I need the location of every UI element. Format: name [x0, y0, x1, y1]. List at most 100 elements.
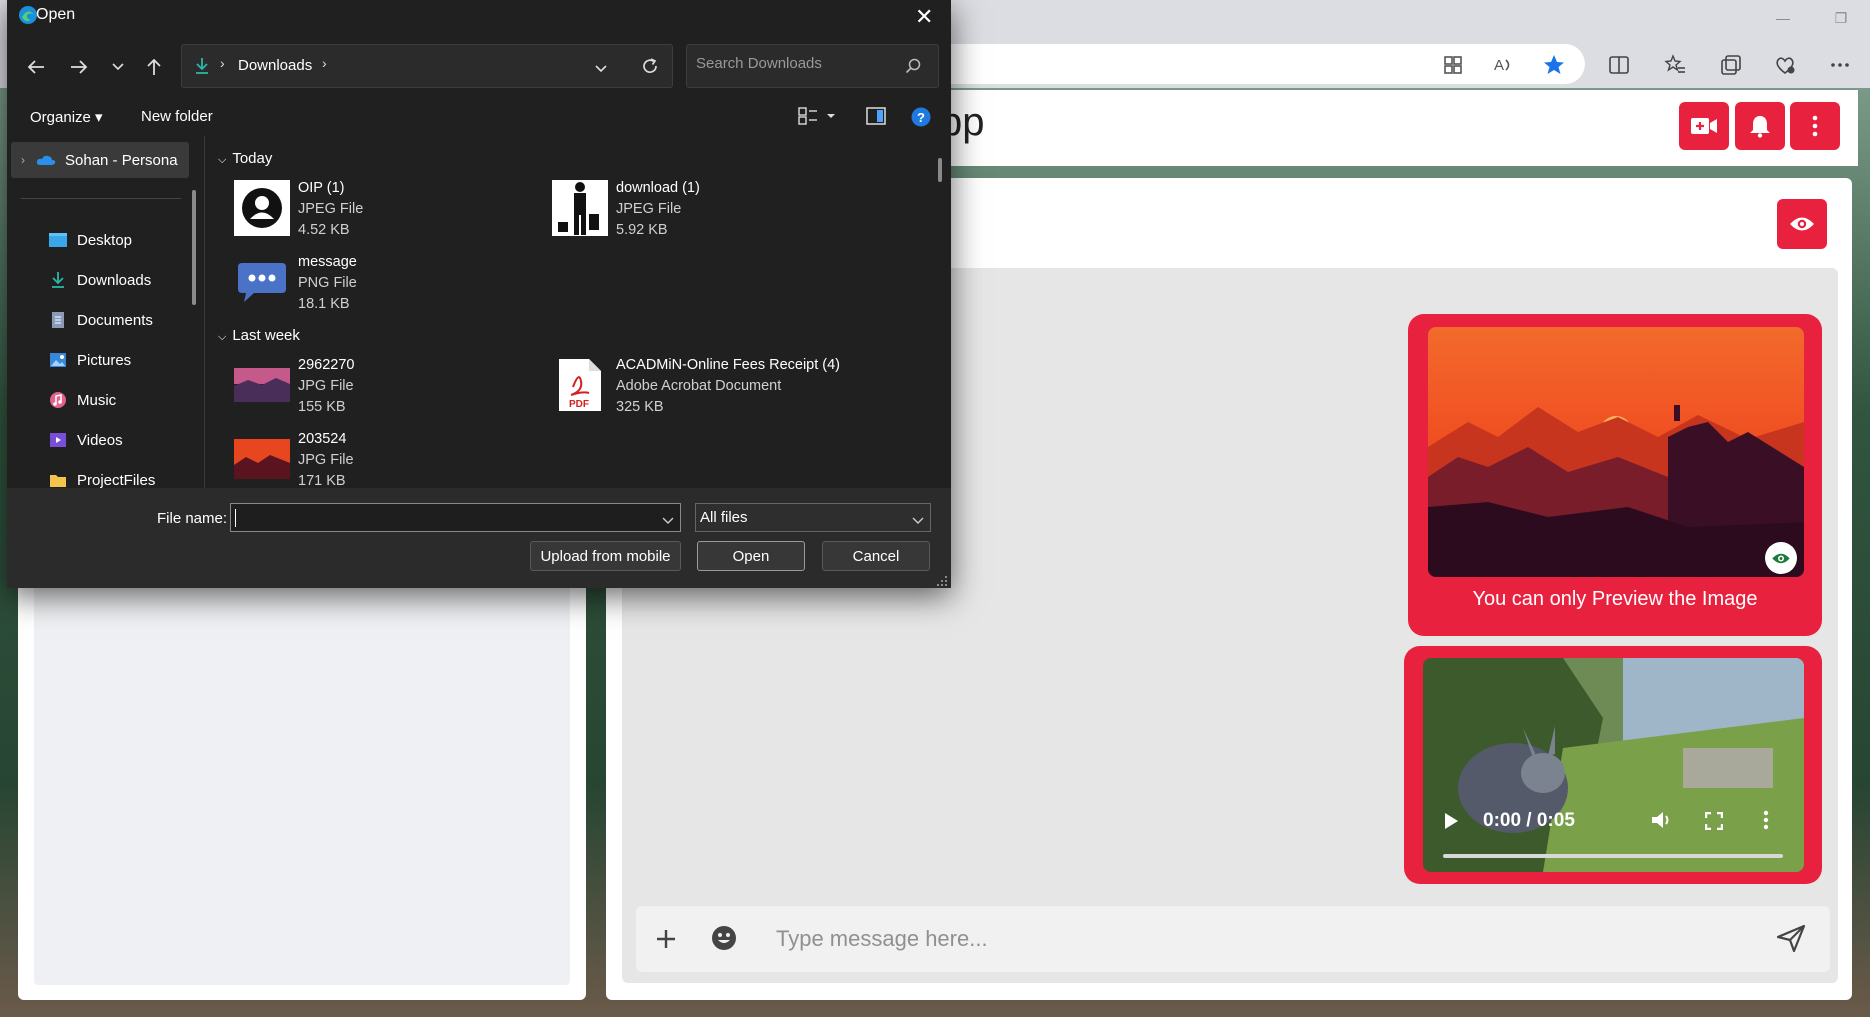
organize-menu[interactable]: Organize ▾: [30, 108, 103, 126]
split-screen-icon[interactable]: [1604, 50, 1634, 80]
file-item[interactable]: download (1) JPEG File 5.92 KB: [552, 176, 852, 246]
path-dropdown-icon[interactable]: [594, 61, 608, 79]
browser-essentials-icon[interactable]: [1770, 50, 1800, 80]
search-input[interactable]: [696, 55, 896, 72]
pictures-icon: [47, 350, 69, 370]
preview-pane-icon[interactable]: [866, 107, 886, 130]
preview-eye-button[interactable]: [1765, 542, 1797, 574]
cloud-icon: [35, 150, 57, 170]
nav-item-label: Downloads: [77, 271, 152, 289]
help-icon[interactable]: ?: [911, 107, 931, 132]
file-item[interactable]: 2962270 JPG File 155 KB: [234, 353, 534, 423]
file-list-pane: ⌵ Today OIP (1) JPEG File 4.52 KB downloa…: [210, 136, 940, 488]
landscape-thumbnail: [234, 357, 290, 413]
nav-item-label: ProjectFiles: [77, 471, 156, 489]
file-name: message: [298, 254, 357, 270]
path-bar[interactable]: › Downloads ›: [181, 44, 673, 88]
forward-arrow-icon[interactable]: [64, 54, 94, 80]
collections-icon[interactable]: [1716, 50, 1746, 80]
more-options-icon[interactable]: [1825, 50, 1855, 80]
volume-icon[interactable]: [1651, 810, 1673, 835]
nav-item-desktop[interactable]: Desktop 📌: [47, 225, 203, 255]
nav-item-documents[interactable]: Documents 📌: [47, 305, 203, 335]
nav-item-pictures[interactable]: Pictures 📌: [47, 345, 203, 375]
dialog-title: Open: [36, 6, 76, 23]
image-preview[interactable]: [1428, 327, 1804, 577]
file-item[interactable]: OIP (1) JPEG File 4.52 KB: [234, 176, 534, 246]
nav-item-projectfiles[interactable]: ProjectFiles: [47, 465, 203, 488]
image-caption: You can only Preview the Image: [1472, 588, 1758, 610]
minimize-button[interactable]: —: [1754, 0, 1812, 36]
group-header-today[interactable]: ⌵ Today: [218, 150, 272, 167]
nav-item-downloads[interactable]: Downloads 📌: [47, 265, 203, 295]
file-item[interactable]: 203524 JPG File 171 KB: [234, 427, 534, 488]
notifications-button[interactable]: [1735, 102, 1785, 150]
view-button[interactable]: [1777, 199, 1827, 249]
file-size: 171 KB: [298, 473, 346, 488]
search-box[interactable]: [686, 44, 939, 88]
play-icon[interactable]: [1443, 812, 1459, 835]
nav-item-onedrive[interactable]: › Sohan - Persona: [21, 145, 201, 175]
read-aloud-icon[interactable]: A: [1488, 50, 1518, 80]
file-size: 5.92 KB: [616, 222, 668, 238]
file-pane-scrollbar[interactable]: [938, 158, 942, 182]
app-available-icon[interactable]: [1438, 50, 1468, 80]
document-icon: [47, 310, 69, 330]
expand-chevron-icon[interactable]: ›: [21, 153, 25, 167]
file-name-input[interactable]: [230, 503, 681, 532]
nav-pane-scrollbar[interactable]: [192, 190, 196, 305]
fullscreen-icon[interactable]: [1704, 811, 1724, 835]
up-arrow-icon[interactable]: [139, 54, 169, 80]
new-folder-button[interactable]: New folder: [141, 108, 213, 125]
cancel-button[interactable]: Cancel: [822, 541, 930, 571]
recent-locations-chevron-icon[interactable]: [103, 54, 133, 80]
nav-item-videos[interactable]: Videos 📌: [47, 425, 203, 455]
video-more-icon[interactable]: [1763, 810, 1769, 835]
download-icon: [47, 270, 69, 290]
open-button[interactable]: Open: [697, 541, 805, 571]
folder-icon: [47, 470, 69, 488]
menu-button[interactable]: [1790, 102, 1840, 150]
video-player[interactable]: 0:00 / 0:05: [1423, 658, 1804, 872]
video-time: 0:00 / 0:05: [1483, 810, 1575, 831]
breadcrumb-location[interactable]: Downloads: [238, 57, 312, 74]
file-name-dropdown-icon[interactable]: [662, 512, 674, 530]
nav-item-label: Pictures: [77, 351, 132, 369]
video-call-button[interactable]: [1679, 102, 1729, 150]
plus-icon[interactable]: [652, 925, 680, 953]
file-type: JPG File: [298, 452, 354, 468]
back-arrow-icon[interactable]: [21, 54, 51, 80]
file-type-filter[interactable]: All files: [695, 503, 931, 532]
favorites-icon[interactable]: [1660, 50, 1690, 80]
upload-from-mobile-button[interactable]: Upload from mobile: [530, 541, 681, 571]
close-icon[interactable]: ✕: [915, 4, 933, 30]
nav-item-label: Videos: [77, 431, 123, 449]
group-header-last-week[interactable]: ⌵ Last week: [218, 327, 300, 344]
view-options-icon[interactable]: [797, 106, 841, 131]
send-icon[interactable]: [1774, 922, 1808, 954]
file-item[interactable]: PDF ACADMiN-Online Fees Receipt (4) Adob…: [552, 353, 932, 423]
pane-divider[interactable]: [204, 136, 205, 488]
file-name: ACADMiN-Online Fees Receipt (4): [616, 357, 841, 373]
file-name: 2962270: [298, 357, 355, 373]
user-avatar-thumbnail: [234, 180, 290, 236]
edge-app-icon: [18, 5, 38, 30]
file-name-label: File name:: [157, 510, 228, 527]
nav-item-music[interactable]: Music 📌: [47, 385, 203, 415]
contacts-list: [34, 560, 570, 985]
emoji-icon[interactable]: [709, 923, 739, 953]
message-input[interactable]: [776, 921, 1746, 957]
address-bar[interactable]: [900, 44, 1585, 84]
collapse-chevron-icon: ⌵: [218, 331, 227, 343]
video-progress-bar[interactable]: [1443, 854, 1783, 858]
file-type: JPG File: [298, 378, 354, 394]
kebab-menu-icon: [1812, 115, 1818, 137]
window-controls: — ❐: [1754, 0, 1870, 36]
favorite-star-icon[interactable]: [1539, 50, 1569, 80]
resize-grip-icon[interactable]: [936, 574, 948, 592]
chevron-down-icon: [912, 512, 924, 529]
refresh-icon[interactable]: [641, 57, 659, 80]
restore-button[interactable]: ❐: [1812, 0, 1870, 36]
search-icon: [905, 58, 921, 79]
file-item[interactable]: message PNG File 18.1 KB: [234, 250, 534, 320]
